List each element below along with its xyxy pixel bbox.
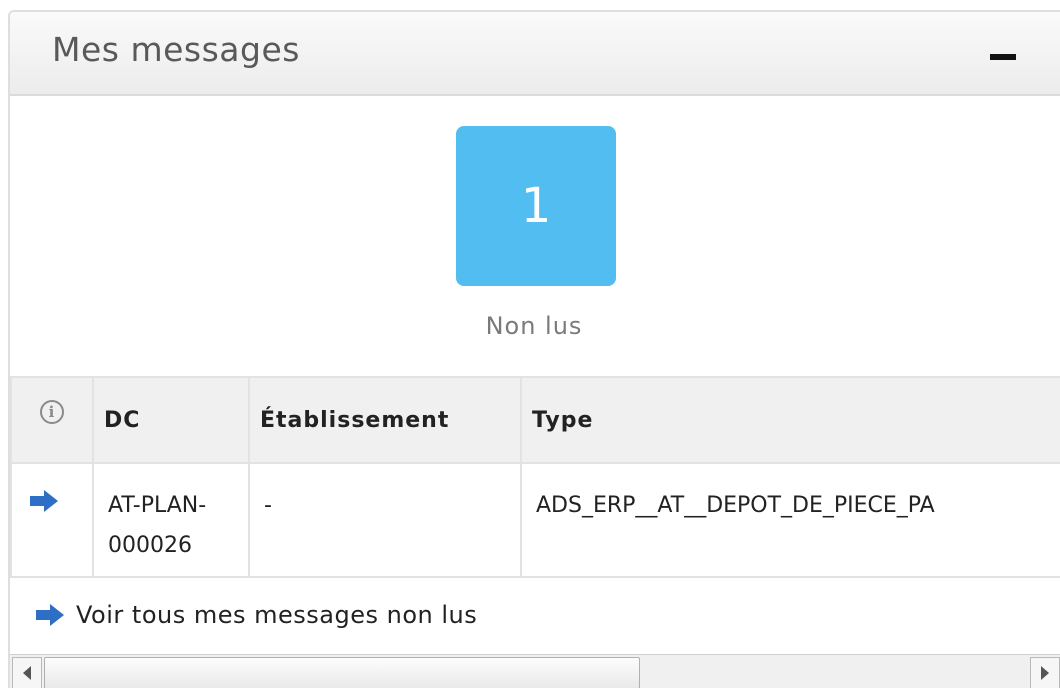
cell-type: ADS_ERP__AT__DEPOT_DE_PIECE_PA: [520, 462, 1060, 578]
column-header-etablissement[interactable]: Établissement: [248, 376, 522, 464]
info-circle-icon: i: [40, 400, 64, 424]
unread-count-label: Non lus: [485, 312, 583, 340]
arrow-right-icon: [36, 604, 66, 626]
triangle-right-icon: [1041, 666, 1049, 680]
triangle-left-icon: [23, 666, 31, 680]
cell-dc: AT-PLAN- 000026: [92, 462, 250, 578]
minus-icon: [990, 54, 1016, 60]
scroll-right-button[interactable]: [1030, 657, 1060, 688]
column-header-dc[interactable]: DC: [92, 376, 250, 464]
messages-table: i DC Établissement Type AT-PLAN- 000026 …: [10, 376, 1060, 578]
table-header-row: i DC Établissement Type: [10, 376, 1060, 464]
scroll-left-button[interactable]: [12, 657, 42, 688]
cell-dc-line2: 000026: [108, 533, 192, 558]
arrow-right-icon[interactable]: [30, 490, 60, 512]
cell-etablissement: -: [248, 462, 522, 578]
unread-count-value: 1: [520, 178, 552, 234]
messages-widget: Mes messages 1 Non lus i DC Établissemen…: [8, 10, 1060, 688]
view-all-unread-link[interactable]: Voir tous mes messages non lus: [10, 576, 1060, 654]
widget-title: Mes messages: [52, 30, 300, 69]
view-all-unread-label: Voir tous mes messages non lus: [76, 601, 478, 629]
unread-count-tile[interactable]: 1: [456, 126, 616, 286]
scrollbar-thumb[interactable]: [44, 657, 640, 688]
widget-header: Mes messages: [10, 12, 1060, 96]
info-column-header: i: [10, 376, 94, 464]
row-action-cell[interactable]: [10, 462, 94, 578]
unread-counter-area: 1 Non lus: [10, 96, 1060, 378]
column-header-type[interactable]: Type: [520, 376, 1060, 464]
cell-dc-line1: AT-PLAN-: [108, 493, 207, 518]
collapse-button[interactable]: [986, 42, 1020, 70]
table-row[interactable]: AT-PLAN- 000026 - ADS_ERP__AT__DEPOT_DE_…: [10, 462, 1060, 578]
horizontal-scrollbar[interactable]: [10, 654, 1060, 688]
